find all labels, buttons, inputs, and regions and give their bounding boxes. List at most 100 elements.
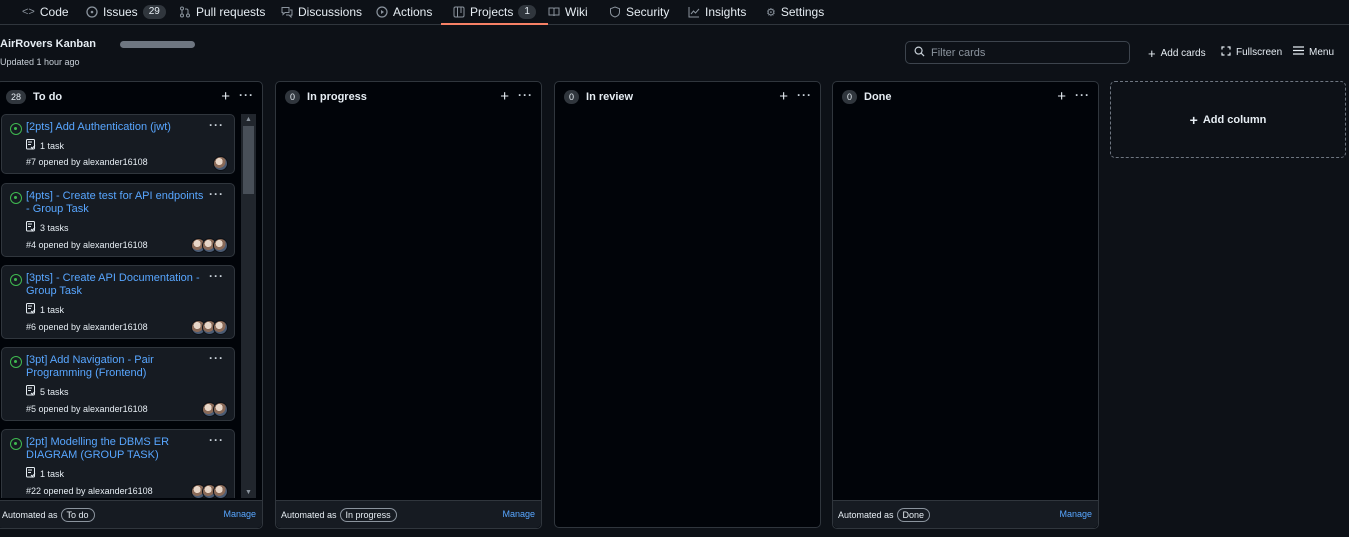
issue-card[interactable]: [4pts] - Create test for API endpoints -… xyxy=(1,183,235,257)
column-done: 0 Done + ··· Automated as Done Manage xyxy=(832,81,1099,529)
column-name: In review xyxy=(586,91,634,103)
add-card-icon[interactable]: + xyxy=(500,88,509,105)
card-tasks-label: 1 task xyxy=(40,140,65,151)
fullscreen-label: Fullscreen xyxy=(1236,47,1283,58)
card-more-icon[interactable]: ··· xyxy=(209,351,224,365)
column-scrollbar[interactable]: ▲ ▼ xyxy=(241,114,256,498)
tab-settings[interactable]: ⚙ Settings xyxy=(766,0,824,24)
assignee-avatars xyxy=(191,320,228,335)
tab-projects[interactable]: Projects 1 xyxy=(441,0,548,25)
filter-cards-input[interactable] xyxy=(931,46,1116,59)
gear-icon: ⚙ xyxy=(766,6,776,19)
plus-icon: + xyxy=(1189,111,1198,128)
card-meta: #22 opened by alexander16108 xyxy=(26,486,153,496)
avatar[interactable] xyxy=(213,156,228,171)
card-more-icon[interactable]: ··· xyxy=(209,118,224,132)
add-card-icon[interactable]: + xyxy=(221,88,230,105)
card-tasks: 5 tasks xyxy=(26,385,69,398)
card-tasks-label: 5 tasks xyxy=(40,386,69,397)
column-header: 0 In progress + ··· xyxy=(276,82,541,112)
issue-card[interactable]: [2pt] Modelling the DBMS ER DIAGRAM (GRO… xyxy=(1,429,235,498)
card-more-icon[interactable]: ··· xyxy=(209,187,224,201)
card-meta: #7 opened by alexander16108 xyxy=(26,157,148,167)
add-card-icon[interactable]: + xyxy=(779,88,788,105)
issue-card[interactable]: [3pt] Add Navigation - Pair Programming … xyxy=(1,347,235,421)
projects-count-badge: 1 xyxy=(518,5,536,19)
tab-security-label: Security xyxy=(626,5,670,19)
discussion-icon xyxy=(281,6,293,18)
column-card-count: 0 xyxy=(564,90,580,104)
plus-icon: + xyxy=(1148,46,1156,61)
tab-insights-label: Insights xyxy=(705,5,747,19)
menu-label: Menu xyxy=(1309,46,1335,58)
manage-link[interactable]: Manage xyxy=(502,509,535,519)
automation-badge: Done xyxy=(896,507,931,522)
menu-button[interactable]: Menu xyxy=(1293,46,1334,58)
column-footer: Automated as To do Manage xyxy=(0,500,262,528)
card-title[interactable]: [3pt] Add Navigation - Pair Programming … xyxy=(26,354,206,380)
column-footer: Automated as In progress Manage xyxy=(276,500,541,528)
assignee-avatars xyxy=(213,156,228,171)
automated-label: Automated as xyxy=(2,509,58,520)
checklist-icon xyxy=(26,385,36,398)
fullscreen-button[interactable]: Fullscreen xyxy=(1221,46,1282,59)
hamburger-icon xyxy=(1293,46,1304,58)
card-more-icon[interactable]: ··· xyxy=(209,269,224,283)
shield-icon xyxy=(609,6,621,18)
card-meta: #6 opened by alexander16108 xyxy=(26,322,148,332)
tab-discussions[interactable]: Discussions xyxy=(281,0,362,24)
add-card-icon[interactable]: + xyxy=(1057,88,1066,105)
avatar[interactable] xyxy=(213,238,228,253)
card-more-icon[interactable]: ··· xyxy=(209,433,224,447)
column-in-progress: 0 In progress + ··· Automated as In prog… xyxy=(275,81,542,529)
issue-card[interactable]: [3pts] - Create API Documentation - Grou… xyxy=(1,265,235,339)
scroll-up-arrow-icon[interactable]: ▲ xyxy=(245,116,252,123)
manage-link[interactable]: Manage xyxy=(223,509,256,519)
scroll-down-arrow-icon[interactable]: ▼ xyxy=(245,489,252,496)
avatar[interactable] xyxy=(213,320,228,335)
avatar[interactable] xyxy=(213,402,228,417)
column-header: 28 To do + ··· xyxy=(0,82,262,112)
tab-issues[interactable]: Issues 29 xyxy=(86,0,166,24)
tab-security[interactable]: Security xyxy=(609,0,669,24)
avatar[interactable] xyxy=(213,484,228,498)
pull-request-icon xyxy=(179,6,191,18)
issue-opened-icon xyxy=(10,438,22,450)
card-meta: #5 opened by alexander16108 xyxy=(26,404,148,414)
assignee-avatars xyxy=(202,402,228,417)
column-more-icon[interactable]: ··· xyxy=(797,88,812,102)
card-tasks: 1 task xyxy=(26,139,64,152)
scrollbar-thumb[interactable] xyxy=(243,126,254,194)
column-more-icon[interactable]: ··· xyxy=(239,88,254,102)
tab-wiki[interactable]: Wiki xyxy=(548,0,588,24)
tab-pull-requests[interactable]: Pull requests xyxy=(179,0,265,24)
column-more-icon[interactable]: ··· xyxy=(518,88,533,102)
checklist-icon xyxy=(26,139,36,152)
manage-link[interactable]: Manage xyxy=(1059,509,1092,519)
issue-icon xyxy=(86,6,98,18)
card-title[interactable]: [3pts] - Create API Documentation - Grou… xyxy=(26,272,206,298)
automated-label: Automated as xyxy=(838,509,894,520)
tab-code[interactable]: <> Code xyxy=(22,0,69,24)
card-title[interactable]: [4pts] - Create test for API endpoints -… xyxy=(26,190,206,216)
tab-code-label: Code xyxy=(39,5,69,19)
card-title[interactable]: [2pts] Add Authentication (jwt) xyxy=(26,121,206,134)
column-name: In progress xyxy=(307,91,367,103)
graph-icon xyxy=(688,6,700,18)
card-title[interactable]: [2pt] Modelling the DBMS ER DIAGRAM (GRO… xyxy=(26,436,206,462)
card-tasks-label: 1 task xyxy=(40,304,65,315)
tab-actions[interactable]: Actions xyxy=(376,0,432,24)
add-cards-button[interactable]: + Add cards xyxy=(1148,46,1206,61)
column-in-review: 0 In review + ··· xyxy=(554,81,821,528)
column-to-do: 28 To do + ··· [2pts] Add Authentication… xyxy=(0,81,263,529)
issue-opened-icon xyxy=(10,274,22,286)
tab-settings-label: Settings xyxy=(780,5,825,19)
filter-cards-field[interactable] xyxy=(905,41,1130,64)
card-tasks: 1 task xyxy=(26,467,64,480)
tab-issues-label: Issues xyxy=(103,5,138,19)
add-column-button[interactable]: + Add column xyxy=(1110,81,1346,158)
tab-insights[interactable]: Insights xyxy=(688,0,746,24)
column-more-icon[interactable]: ··· xyxy=(1075,88,1090,102)
card-list: [2pts] Add Authentication (jwt) ··· 1 ta… xyxy=(1,114,237,498)
issue-card[interactable]: [2pts] Add Authentication (jwt) ··· 1 ta… xyxy=(1,114,235,174)
